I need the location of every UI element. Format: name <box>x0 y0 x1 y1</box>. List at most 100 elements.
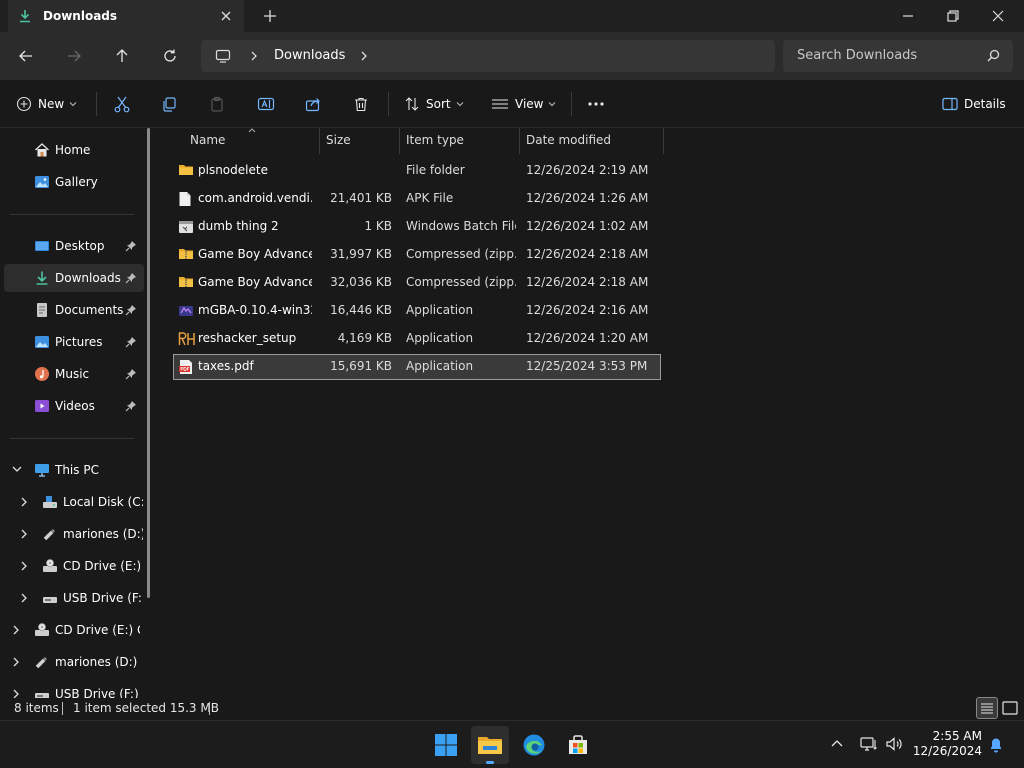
network-icon[interactable] <box>860 736 878 752</box>
sidebar-item-label: This PC <box>55 463 99 477</box>
file-row[interactable]: Game Boy Advance... 32,036 KB Compressed… <box>174 271 660 295</box>
sidebar-item-gallery[interactable]: Gallery <box>4 168 144 196</box>
address-bar[interactable]: Downloads <box>201 40 775 72</box>
volume-icon[interactable] <box>885 736 903 752</box>
back-button[interactable] <box>18 48 34 64</box>
column-divider[interactable] <box>319 128 320 154</box>
file-type: Application <box>406 359 474 373</box>
sidebar-item-videos[interactable]: Videos <box>4 392 144 420</box>
file-type: APK File <box>406 191 454 205</box>
details-view-button[interactable] <box>976 697 998 719</box>
search-icon <box>987 49 1000 62</box>
share-button[interactable] <box>305 80 321 128</box>
chevron-right-icon[interactable] <box>12 657 20 667</box>
forward-button[interactable] <box>66 48 82 64</box>
column-divider[interactable] <box>519 128 520 154</box>
file-row[interactable]: plsnodelete File folder 12/26/2024 2:19 … <box>174 159 660 183</box>
pin-icon[interactable] <box>125 272 137 284</box>
column-header-type[interactable]: Item type <box>406 133 464 147</box>
chevron-right-icon[interactable] <box>12 625 20 635</box>
chevron-down-icon[interactable] <box>12 465 22 473</box>
chevron-right-icon[interactable] <box>250 51 258 61</box>
sidebar-item-this-pc[interactable]: This PC <box>4 456 144 484</box>
gallery-icon <box>34 174 50 190</box>
sidebar-item-mariones-d-root[interactable]: mariones (D:) <box>4 648 144 676</box>
sidebar-item-home[interactable]: Home <box>4 136 144 164</box>
minimize-button[interactable] <box>900 8 916 24</box>
search-input[interactable]: Search Downloads <box>783 40 1013 72</box>
tab-downloads[interactable]: Downloads <box>8 0 244 32</box>
title-bar: Downloads <box>0 0 1024 32</box>
pin-icon[interactable] <box>125 336 137 348</box>
chevron-right-icon[interactable] <box>360 51 368 61</box>
desktop-icon <box>34 238 50 254</box>
file-row[interactable]: reshacker_setup 4,169 KB Application 12/… <box>174 327 660 351</box>
taskbar-edge[interactable] <box>515 726 553 764</box>
chevron-right-icon[interactable] <box>20 561 28 571</box>
close-window-button[interactable] <box>990 8 1006 24</box>
sidebar-item-usb-drive-root[interactable]: USB Drive (F:) <box>4 680 144 698</box>
column-header-name[interactable]: Name <box>190 133 225 147</box>
close-tab-icon[interactable] <box>219 9 233 23</box>
sidebar-item-local-disk[interactable]: Local Disk (C:) <box>4 488 144 516</box>
start-button[interactable] <box>427 726 465 764</box>
sidebar-item-music[interactable]: Music <box>4 360 144 388</box>
cut-button[interactable] <box>113 80 131 128</box>
delete-button[interactable] <box>353 80 369 128</box>
copy-button[interactable] <box>161 80 177 128</box>
taskbar-store[interactable] <box>559 726 597 764</box>
chevron-right-icon[interactable] <box>20 529 28 539</box>
new-tab-button[interactable] <box>262 8 278 24</box>
pdf-icon <box>178 359 194 375</box>
column-header-date[interactable]: Date modified <box>526 133 611 147</box>
system-clock[interactable]: 2:55 AM 12/26/2024 <box>912 729 982 759</box>
file-size: 1 KB <box>364 219 392 233</box>
sidebar-item-usb-drive[interactable]: USB Drive (F:) <box>4 584 144 612</box>
file-row[interactable]: com.android.vendi... 21,401 KB APK File … <box>174 187 660 211</box>
sidebar-scrollbar[interactable] <box>147 128 150 598</box>
pin-icon[interactable] <box>125 400 137 412</box>
new-button[interactable]: New <box>16 80 77 128</box>
column-divider[interactable] <box>663 128 664 154</box>
plus-circle-icon <box>16 96 32 112</box>
file-row[interactable]: dumb thing 2 1 KB Windows Batch File 12/… <box>174 215 660 239</box>
sidebar-item-desktop[interactable]: Desktop <box>4 232 144 260</box>
chevron-up-icon[interactable] <box>831 739 843 747</box>
paste-button[interactable] <box>209 80 225 128</box>
file-row[interactable]: Game Boy Advance... 31,997 KB Compressed… <box>174 243 660 267</box>
restore-button[interactable] <box>945 8 961 24</box>
pin-icon[interactable] <box>125 304 137 316</box>
tab-title: Downloads <box>43 9 118 23</box>
chevron-right-icon[interactable] <box>20 593 28 603</box>
clock-date: 12/26/2024 <box>912 744 982 758</box>
breadcrumb-downloads[interactable]: Downloads <box>274 48 345 63</box>
up-button[interactable] <box>114 48 130 64</box>
chevron-right-icon[interactable] <box>20 497 28 507</box>
file-row-selected[interactable]: taxes.pdf 15,691 KB Application 12/25/20… <box>173 354 661 380</box>
sort-button[interactable]: Sort <box>404 80 464 128</box>
details-pane-button[interactable]: Details <box>942 80 1006 128</box>
rename-button[interactable] <box>257 80 275 128</box>
large-icons-view-button[interactable] <box>1000 698 1020 718</box>
view-list-icon <box>491 97 509 111</box>
pin-icon[interactable] <box>125 368 137 380</box>
selection-info: 1 item selected 15.3 MB <box>73 701 219 715</box>
file-date: 12/26/2024 1:02 AM <box>526 219 649 233</box>
chevron-right-icon[interactable] <box>12 689 20 698</box>
sidebar-item-cd-drive-root[interactable]: CD Drive (E:) GP <box>4 616 144 644</box>
refresh-button[interactable] <box>162 48 178 64</box>
view-button[interactable]: View <box>491 80 556 128</box>
notification-bell-icon[interactable] <box>989 737 1003 753</box>
sidebar-item-downloads[interactable]: Downloads <box>4 264 144 292</box>
column-header-size[interactable]: Size <box>326 133 351 147</box>
sidebar-item-pictures[interactable]: Pictures <box>4 328 144 356</box>
sidebar-item-documents[interactable]: Documents <box>4 296 144 324</box>
sidebar-item-mariones-d[interactable]: mariones (D:) <box>4 520 144 548</box>
taskbar-file-explorer[interactable] <box>471 726 509 764</box>
file-row[interactable]: mGBA-0.10.4-win32... 16,446 KB Applicati… <box>174 299 660 323</box>
pin-icon[interactable] <box>125 240 137 252</box>
more-options-button[interactable] <box>587 80 605 128</box>
sidebar-item-cd-drive[interactable]: CD Drive (E:) G <box>4 552 144 580</box>
sidebar-item-label: mariones (D:) <box>55 655 138 669</box>
column-divider[interactable] <box>399 128 400 154</box>
